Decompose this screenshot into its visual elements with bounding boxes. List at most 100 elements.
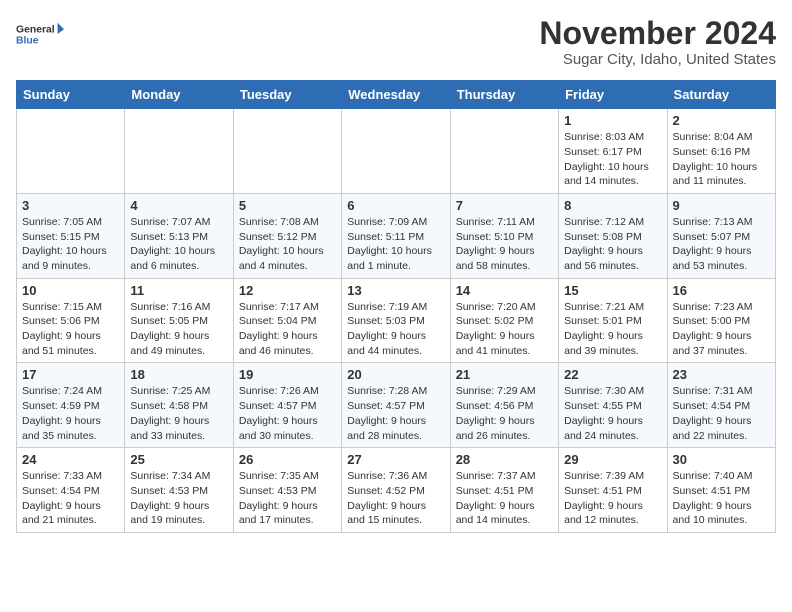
calendar-cell: 8 Sunrise: 7:12 AM Sunset: 5:08 PM Daylig…	[559, 193, 667, 278]
day-info: Sunrise: 7:19 AM Sunset: 5:03 PM Dayligh…	[347, 300, 444, 359]
calendar-cell	[233, 109, 341, 194]
day-number: 6	[347, 198, 444, 213]
day-number: 5	[239, 198, 336, 213]
day-info: Sunrise: 7:12 AM Sunset: 5:08 PM Dayligh…	[564, 215, 661, 274]
day-info: Sunrise: 7:40 AM Sunset: 4:51 PM Dayligh…	[673, 469, 770, 528]
day-info: Sunrise: 7:37 AM Sunset: 4:51 PM Dayligh…	[456, 469, 553, 528]
logo: General Blue	[16, 16, 64, 52]
day-info: Sunrise: 7:05 AM Sunset: 5:15 PM Dayligh…	[22, 215, 119, 274]
day-info: Sunrise: 8:03 AM Sunset: 6:17 PM Dayligh…	[564, 130, 661, 189]
calendar-week-2: 3 Sunrise: 7:05 AM Sunset: 5:15 PM Daylig…	[17, 193, 776, 278]
logo-svg: General Blue	[16, 16, 64, 52]
day-info: Sunrise: 7:17 AM Sunset: 5:04 PM Dayligh…	[239, 300, 336, 359]
day-number: 22	[564, 367, 661, 382]
day-info: Sunrise: 7:24 AM Sunset: 4:59 PM Dayligh…	[22, 384, 119, 443]
day-number: 23	[673, 367, 770, 382]
day-info: Sunrise: 7:08 AM Sunset: 5:12 PM Dayligh…	[239, 215, 336, 274]
calendar-week-5: 24 Sunrise: 7:33 AM Sunset: 4:54 PM Dayli…	[17, 448, 776, 533]
calendar-week-3: 10 Sunrise: 7:15 AM Sunset: 5:06 PM Dayli…	[17, 278, 776, 363]
day-number: 19	[239, 367, 336, 382]
calendar-cell: 14 Sunrise: 7:20 AM Sunset: 5:02 PM Dayli…	[450, 278, 558, 363]
day-number: 16	[673, 283, 770, 298]
calendar-cell: 19Sunrise: 7:26 AM Sunset: 4:57 PM Dayli…	[233, 363, 341, 448]
day-number: 8	[564, 198, 661, 213]
calendar-cell: 21 Sunrise: 7:29 AM Sunset: 4:56 PM Dayli…	[450, 363, 558, 448]
day-info: Sunrise: 7:15 AM Sunset: 5:06 PM Dayligh…	[22, 300, 119, 359]
calendar-cell: 5 Sunrise: 7:08 AM Sunset: 5:12 PM Daylig…	[233, 193, 341, 278]
weekday-header-saturday: Saturday	[667, 81, 775, 109]
calendar-cell: 30Sunrise: 7:40 AM Sunset: 4:51 PM Dayli…	[667, 448, 775, 533]
calendar-cell: 29 Sunrise: 7:39 AM Sunset: 4:51 PM Dayli…	[559, 448, 667, 533]
calendar-cell: 26 Sunrise: 7:35 AM Sunset: 4:53 PM Dayli…	[233, 448, 341, 533]
calendar-cell: 15 Sunrise: 7:21 AM Sunset: 5:01 PM Dayli…	[559, 278, 667, 363]
day-number: 11	[130, 283, 227, 298]
calendar-cell: 17 Sunrise: 7:24 AM Sunset: 4:59 PM Dayli…	[17, 363, 125, 448]
day-number: 2	[673, 113, 770, 128]
day-info: Sunrise: 7:25 AM Sunset: 4:58 PM Dayligh…	[130, 384, 227, 443]
weekday-header-tuesday: Tuesday	[233, 81, 341, 109]
calendar-cell: 2Sunrise: 8:04 AM Sunset: 6:16 PM Daylig…	[667, 109, 775, 194]
calendar-cell	[17, 109, 125, 194]
day-info: Sunrise: 7:23 AM Sunset: 5:00 PM Dayligh…	[673, 300, 770, 359]
weekday-header-friday: Friday	[559, 81, 667, 109]
day-info: Sunrise: 7:30 AM Sunset: 4:55 PM Dayligh…	[564, 384, 661, 443]
day-info: Sunrise: 7:20 AM Sunset: 5:02 PM Dayligh…	[456, 300, 553, 359]
day-info: Sunrise: 7:35 AM Sunset: 4:53 PM Dayligh…	[239, 469, 336, 528]
day-number: 14	[456, 283, 553, 298]
day-info: Sunrise: 7:33 AM Sunset: 4:54 PM Dayligh…	[22, 469, 119, 528]
calendar-cell	[450, 109, 558, 194]
day-number: 15	[564, 283, 661, 298]
calendar-cell: 13Sunrise: 7:19 AM Sunset: 5:03 PM Dayli…	[342, 278, 450, 363]
weekday-header-monday: Monday	[125, 81, 233, 109]
day-number: 17	[22, 367, 119, 382]
weekday-header-thursday: Thursday	[450, 81, 558, 109]
day-number: 18	[130, 367, 227, 382]
day-info: Sunrise: 7:29 AM Sunset: 4:56 PM Dayligh…	[456, 384, 553, 443]
calendar-cell: 27Sunrise: 7:36 AM Sunset: 4:52 PM Dayli…	[342, 448, 450, 533]
weekday-header-wednesday: Wednesday	[342, 81, 450, 109]
day-number: 24	[22, 452, 119, 467]
title-block: November 2024 Sugar City, Idaho, United …	[539, 16, 776, 68]
day-info: Sunrise: 7:13 AM Sunset: 5:07 PM Dayligh…	[673, 215, 770, 274]
calendar-cell: 10 Sunrise: 7:15 AM Sunset: 5:06 PM Dayli…	[17, 278, 125, 363]
calendar-cell: 28Sunrise: 7:37 AM Sunset: 4:51 PM Dayli…	[450, 448, 558, 533]
calendar-cell: 6Sunrise: 7:09 AM Sunset: 5:11 PM Daylig…	[342, 193, 450, 278]
day-number: 29	[564, 452, 661, 467]
day-info: Sunrise: 7:21 AM Sunset: 5:01 PM Dayligh…	[564, 300, 661, 359]
page-title: November 2024	[539, 16, 776, 51]
day-number: 1	[564, 113, 661, 128]
page-header: General Blue November 2024 Sugar City, I…	[16, 16, 776, 68]
calendar-cell: 7Sunrise: 7:11 AM Sunset: 5:10 PM Daylig…	[450, 193, 558, 278]
day-info: Sunrise: 7:39 AM Sunset: 4:51 PM Dayligh…	[564, 469, 661, 528]
day-info: Sunrise: 7:34 AM Sunset: 4:53 PM Dayligh…	[130, 469, 227, 528]
calendar-cell: 25 Sunrise: 7:34 AM Sunset: 4:53 PM Dayli…	[125, 448, 233, 533]
day-number: 25	[130, 452, 227, 467]
calendar-cell	[125, 109, 233, 194]
calendar-cell	[342, 109, 450, 194]
calendar-cell: 24 Sunrise: 7:33 AM Sunset: 4:54 PM Dayli…	[17, 448, 125, 533]
calendar-cell: 1 Sunrise: 8:03 AM Sunset: 6:17 PM Daylig…	[559, 109, 667, 194]
page-subtitle: Sugar City, Idaho, United States	[539, 51, 776, 68]
calendar-cell: 20 Sunrise: 7:28 AM Sunset: 4:57 PM Dayli…	[342, 363, 450, 448]
calendar-cell: 9 Sunrise: 7:13 AM Sunset: 5:07 PM Daylig…	[667, 193, 775, 278]
calendar-cell: 23Sunrise: 7:31 AM Sunset: 4:54 PM Dayli…	[667, 363, 775, 448]
calendar-cell: 12 Sunrise: 7:17 AM Sunset: 5:04 PM Dayli…	[233, 278, 341, 363]
day-number: 21	[456, 367, 553, 382]
day-info: Sunrise: 7:07 AM Sunset: 5:13 PM Dayligh…	[130, 215, 227, 274]
svg-text:General: General	[16, 24, 55, 35]
calendar-cell: 16 Sunrise: 7:23 AM Sunset: 5:00 PM Dayli…	[667, 278, 775, 363]
calendar-cell: 22 Sunrise: 7:30 AM Sunset: 4:55 PM Dayli…	[559, 363, 667, 448]
calendar-table: SundayMondayTuesdayWednesdayThursdayFrid…	[16, 80, 776, 533]
day-number: 10	[22, 283, 119, 298]
day-number: 4	[130, 198, 227, 213]
weekday-header-row: SundayMondayTuesdayWednesdayThursdayFrid…	[17, 81, 776, 109]
day-number: 12	[239, 283, 336, 298]
day-info: Sunrise: 7:28 AM Sunset: 4:57 PM Dayligh…	[347, 384, 444, 443]
day-number: 20	[347, 367, 444, 382]
calendar-week-1: 1 Sunrise: 8:03 AM Sunset: 6:17 PM Daylig…	[17, 109, 776, 194]
calendar-cell: 11Sunrise: 7:16 AM Sunset: 5:05 PM Dayli…	[125, 278, 233, 363]
day-number: 26	[239, 452, 336, 467]
day-number: 3	[22, 198, 119, 213]
day-number: 9	[673, 198, 770, 213]
day-number: 7	[456, 198, 553, 213]
